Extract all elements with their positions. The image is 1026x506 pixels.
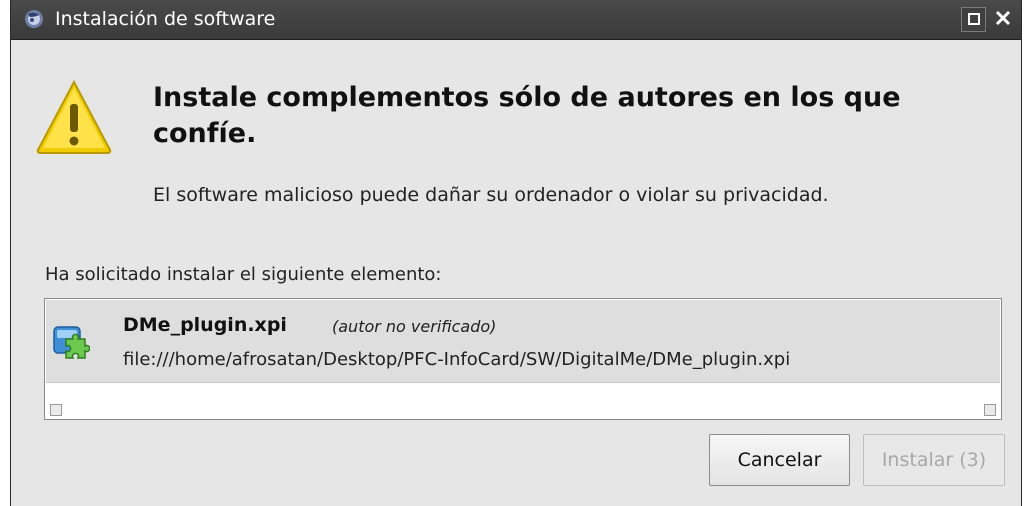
- puzzle-piece-icon: [52, 325, 91, 363]
- addon-url: file:///home/afrosatan/Desktop/PFC-InfoC…: [123, 349, 791, 370]
- install-button[interactable]: Instalar (3): [863, 434, 1005, 486]
- horizontal-scrollbar[interactable]: [46, 401, 1000, 418]
- addon-author-status: (autor no verificado): [332, 317, 497, 336]
- addon-list[interactable]: DMe_plugin.xpi (autor no verificado) fil…: [44, 298, 1002, 420]
- addon-name: DMe_plugin.xpi: [123, 314, 287, 336]
- title-bar[interactable]: Instalación de software: [11, 0, 1021, 40]
- app-logo-icon: [24, 9, 44, 29]
- warning-subtext: El software malicioso puede dañar su ord…: [153, 184, 829, 206]
- close-button[interactable]: [990, 7, 1015, 32]
- warning-headline: Instale complementos sólo de autores en …: [153, 82, 901, 149]
- warning-triangle-icon: [35, 78, 113, 156]
- list-item[interactable]: DMe_plugin.xpi (autor no verificado) fil…: [46, 300, 1000, 383]
- install-dialog: Instalación de software Instale compleme…: [10, 0, 1022, 506]
- window-title: Instalación de software: [55, 8, 276, 30]
- maximize-button[interactable]: [961, 7, 986, 32]
- close-icon: [995, 10, 1011, 30]
- scroll-right-button[interactable]: [984, 404, 996, 416]
- scroll-left-button[interactable]: [50, 404, 62, 416]
- cancel-button[interactable]: Cancelar: [709, 434, 850, 486]
- request-label: Ha solicitado instalar el siguiente elem…: [45, 264, 442, 285]
- maximize-icon: [967, 10, 980, 29]
